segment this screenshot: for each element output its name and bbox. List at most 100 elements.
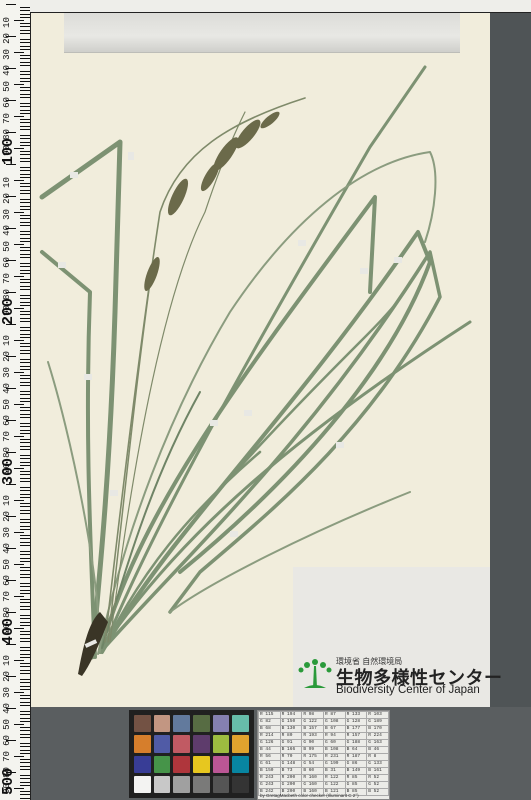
- ruler-tick: [20, 45, 30, 47]
- ruler-tick: [14, 212, 24, 213]
- ruler-tick: [20, 727, 30, 729]
- ruler-label: 40: [1, 703, 12, 714]
- ruler-tick: [20, 263, 30, 265]
- color-swatch: [153, 755, 171, 773]
- ruler-label: 70: [1, 591, 12, 602]
- ruler-tick: [14, 404, 24, 405]
- ruler-label: 20: [1, 511, 12, 522]
- ruler-tick: [20, 695, 30, 697]
- table-cell: G 108: [322, 718, 346, 726]
- ruler-tick: [20, 87, 30, 89]
- color-swatch: [173, 715, 190, 733]
- table-cell: G 189: [366, 718, 389, 726]
- table-cell: R 157: [344, 732, 368, 740]
- ruler-label: 20: [1, 33, 12, 44]
- color-swatch: [134, 755, 151, 773]
- ruler-tick: [20, 64, 30, 66]
- table-cell: G 91: [279, 739, 303, 747]
- ruler-tick: [20, 653, 30, 655]
- table-cell: R 98: [301, 711, 324, 719]
- ruler-tick: [20, 48, 30, 50]
- ruler-tick: [20, 618, 30, 620]
- ruler-label: 40: [1, 543, 12, 554]
- ruler-tick: [14, 500, 24, 501]
- ruler-tick: [20, 183, 30, 185]
- ruler-tick: [20, 349, 30, 351]
- ruler-tick: [20, 90, 30, 92]
- ruler-tick: [20, 221, 30, 223]
- table-cell: B 46: [366, 746, 389, 754]
- ruler-tick: [20, 669, 30, 671]
- ruler-tick: [20, 519, 30, 521]
- ruler-tick: [20, 602, 30, 604]
- ruler-tick: [20, 10, 30, 12]
- ruler-tick: [20, 765, 30, 767]
- table-cell: R 103: [366, 711, 389, 719]
- ruler-label: 50: [1, 241, 12, 252]
- ruler-tick: [20, 365, 30, 367]
- table-cell: R 52: [366, 774, 389, 782]
- color-swatch: [153, 775, 171, 793]
- table-cell: R 243: [258, 774, 281, 782]
- ruler-tick: [20, 359, 30, 361]
- ruler-tick: [20, 128, 30, 130]
- ruler-tick: [20, 493, 30, 495]
- spikes: [144, 111, 280, 292]
- ruler-tick: [20, 154, 30, 156]
- ruler-tick: [20, 215, 30, 217]
- ruler-tick: [20, 608, 30, 610]
- ruler-tick: [14, 244, 24, 245]
- ruler-tick: [14, 596, 24, 597]
- ruler-tick: [20, 525, 30, 527]
- table-row: G 243 G 200 G 160 G 122 G 85 G 52: [258, 781, 389, 789]
- ruler-tick: [20, 346, 30, 348]
- ruler-label: 50: [1, 559, 12, 570]
- ruler-tick: [14, 180, 24, 181]
- table-cell: B 99: [301, 746, 324, 754]
- table-cell: R 187: [344, 753, 368, 761]
- table-row: R 214 R 80 R 193 R 94 R 157 R 224: [258, 732, 389, 740]
- leaf: [101, 391, 201, 649]
- ruler-tick: [20, 704, 30, 706]
- ruler-tick: [20, 103, 30, 105]
- ruler-tick: [20, 461, 30, 463]
- ruler-tick: [20, 698, 30, 700]
- table-cell: B 108: [322, 746, 346, 754]
- ruler-tick: [20, 234, 30, 236]
- ruler-tick: [20, 23, 30, 25]
- ruler-tick: [20, 39, 30, 41]
- ruler-tick: [20, 503, 30, 505]
- vertical-ruler: 10 20 30 40 50 60 70 80 90 10 20 30 40 50 60 70 80 90 10 20…: [0, 0, 31, 800]
- ruler-tick: [20, 781, 30, 783]
- ruler-tick: [20, 135, 30, 137]
- ruler-tick: [20, 538, 30, 540]
- ruler-tick: [20, 541, 30, 543]
- ruler-tick: [20, 624, 30, 626]
- ruler-tick: [20, 762, 30, 764]
- ruler-tick: [20, 599, 30, 601]
- table-cell: G 60: [322, 739, 346, 747]
- table-cell: R 224: [366, 732, 389, 740]
- table-row: G 61 G 148 G 54 G 199 G 86 G 133: [258, 760, 389, 768]
- ruler-tick: [20, 586, 30, 588]
- ruler-tick: [20, 551, 30, 553]
- ruler-tick: [20, 637, 30, 639]
- ruler-tick: [20, 29, 30, 31]
- ruler-tick: [20, 397, 30, 399]
- table-cell: G 54: [301, 760, 324, 768]
- table-cell: R 160: [301, 774, 324, 782]
- ruler-tick: [20, 445, 30, 447]
- ruler-tick: [20, 138, 30, 140]
- ruler-tick: [20, 714, 30, 716]
- table-cell: R 194: [279, 711, 303, 719]
- ruler-label: 20: [1, 351, 12, 362]
- color-swatch: [212, 715, 230, 733]
- color-swatch: [232, 735, 249, 753]
- table-cell: G 160: [301, 781, 324, 789]
- table-cell: G 188: [344, 739, 368, 747]
- ruler-tick: [20, 640, 30, 642]
- ruler-tick: [20, 615, 30, 617]
- ruler-tick: [20, 311, 30, 313]
- ruler-tick: [20, 55, 30, 57]
- ruler-tick: [20, 583, 30, 585]
